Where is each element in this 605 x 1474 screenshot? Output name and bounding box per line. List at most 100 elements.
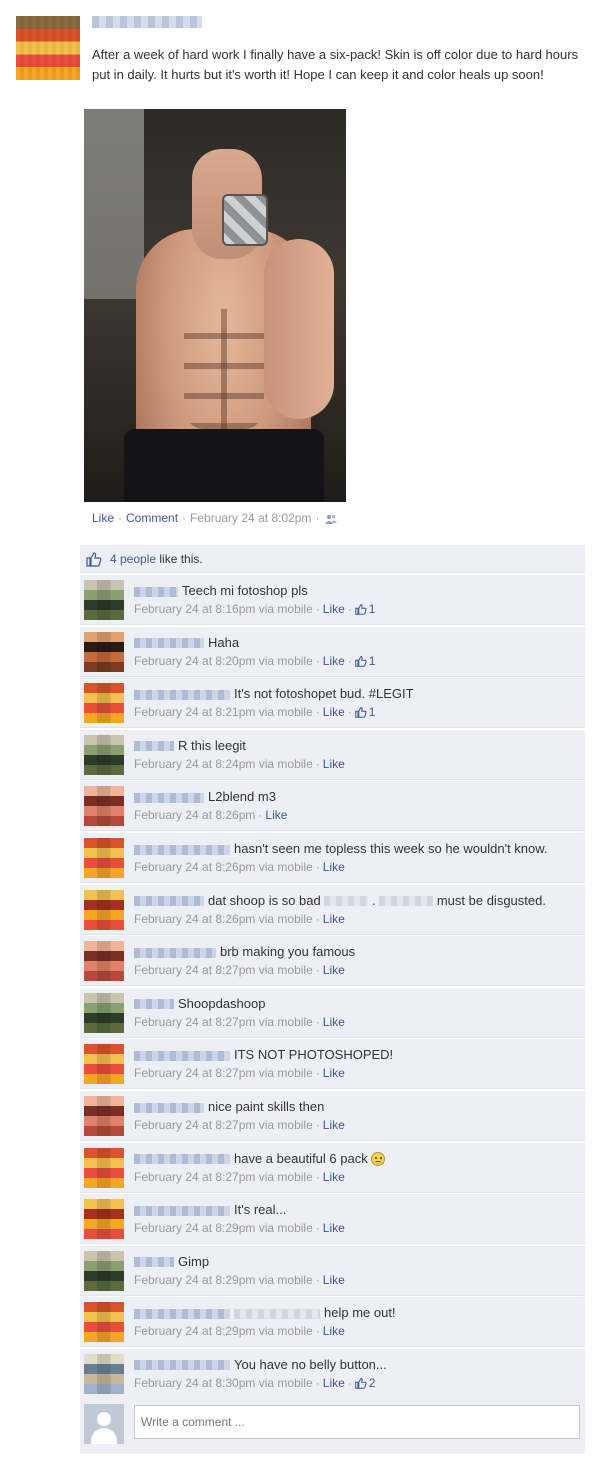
comment-like-link[interactable]: Like <box>323 912 345 926</box>
comment-like-link[interactable]: Like <box>323 757 345 771</box>
commenter-name[interactable] <box>134 1308 230 1319</box>
comment-timestamp[interactable]: February 24 at 8:16pm <box>134 602 255 616</box>
commenter-name[interactable] <box>134 1205 230 1216</box>
comment-timestamp[interactable]: February 24 at 8:26pm <box>134 808 255 822</box>
commenter-name[interactable] <box>134 638 204 649</box>
commenter-name[interactable] <box>134 999 174 1010</box>
comment-text: nice paint skills then <box>208 1098 325 1114</box>
commenter-avatar[interactable] <box>84 580 124 620</box>
commenter-name[interactable] <box>134 689 230 700</box>
comment-like-count[interactable]: 2 <box>355 1376 376 1390</box>
commenter-name[interactable] <box>134 1154 230 1165</box>
comment-item: It's real... February 24 at 8:29pm via mo… <box>80 1194 585 1245</box>
commenter-name[interactable] <box>134 1050 230 1061</box>
post-actions: Like · Comment · February 24 at 8:02pm · <box>92 511 338 525</box>
comment-like-link[interactable]: Like <box>323 860 345 874</box>
write-comment-box <box>80 1398 585 1454</box>
post-timestamp[interactable]: February 24 at 8:02pm <box>190 511 311 525</box>
commenter-avatar[interactable] <box>84 734 124 775</box>
comment-via: via mobile <box>255 1014 313 1029</box>
comment-text: Teech mi fotoshop pls <box>182 583 308 598</box>
redacted-text <box>324 896 369 907</box>
commenter-avatar[interactable] <box>84 1353 124 1394</box>
comment-like-link[interactable]: Like <box>323 1118 345 1132</box>
comment-timestamp[interactable]: February 24 at 8:24pm <box>134 757 255 771</box>
commenter-avatar[interactable] <box>84 837 124 878</box>
commenter-avatar[interactable] <box>84 1095 124 1136</box>
thumbs-up-icon <box>355 603 367 615</box>
comment-like-link[interactable]: Like <box>323 1376 345 1390</box>
comment-like-link[interactable]: Like <box>323 1273 345 1287</box>
commenter-name[interactable] <box>134 586 178 597</box>
comment-timestamp[interactable]: February 24 at 8:30pm <box>134 1376 255 1390</box>
commenter-avatar[interactable] <box>84 1044 124 1085</box>
comment-like-link[interactable]: Like <box>323 1170 345 1184</box>
comment-timestamp[interactable]: February 24 at 8:27pm <box>134 1015 255 1029</box>
comment-timestamp[interactable]: February 24 at 8:26pm <box>134 912 255 926</box>
comment-timestamp[interactable]: February 24 at 8:29pm <box>134 1221 255 1235</box>
commenter-name[interactable] <box>134 792 204 803</box>
post-like-link[interactable]: Like <box>92 511 114 525</box>
commenter-name[interactable] <box>134 844 230 855</box>
comment-timestamp[interactable]: February 24 at 8:27pm <box>134 1118 255 1132</box>
post-comment-link[interactable]: Comment <box>126 511 178 525</box>
comment-like-count-value[interactable]: 1 <box>369 654 376 668</box>
comment-item: help me out! February 24 at 8:29pm via mo… <box>80 1297 585 1348</box>
commenter-avatar[interactable] <box>84 1199 124 1240</box>
post-author-name[interactable] <box>92 16 202 28</box>
comment-timestamp[interactable]: February 24 at 8:27pm <box>134 963 255 977</box>
comment-input[interactable] <box>134 1405 580 1439</box>
comment-item: have a beautiful 6 pack February 24 at 8:… <box>80 1142 585 1193</box>
comment-like-count-value[interactable]: 1 <box>369 705 376 719</box>
comment-like-link[interactable]: Like <box>323 1015 345 1029</box>
comment-item: L2blend m3 February 24 at 8:26pm · Like <box>80 781 585 832</box>
comment-like-count[interactable]: 1 <box>355 654 376 668</box>
commenter-avatar[interactable] <box>84 1250 124 1291</box>
commenter-avatar[interactable] <box>84 941 124 982</box>
comment-like-count-value[interactable]: 2 <box>369 1376 376 1390</box>
thumbs-up-icon <box>86 552 102 567</box>
commenter-avatar[interactable] <box>84 1147 124 1188</box>
post-author-avatar[interactable] <box>16 16 80 80</box>
comment-like-count-value[interactable]: 1 <box>369 602 376 616</box>
comment-like-link[interactable]: Like <box>265 808 287 822</box>
comment-item: nice paint skills then February 24 at 8:2… <box>80 1090 585 1141</box>
commenter-avatar[interactable] <box>84 631 124 672</box>
commenter-avatar[interactable] <box>84 786 124 827</box>
comment-like-link[interactable]: Like <box>323 963 345 977</box>
comment-timestamp[interactable]: February 24 at 8:29pm <box>134 1324 255 1338</box>
comment-text: dat shoop is so bad <box>208 892 321 908</box>
commenter-name[interactable] <box>134 896 204 907</box>
comment-like-link[interactable]: Like <box>323 654 345 668</box>
comment-via: via mobile <box>255 1272 313 1287</box>
commenter-name[interactable] <box>134 1360 230 1371</box>
comment-like-link[interactable]: Like <box>323 1324 345 1338</box>
commenter-name[interactable] <box>134 1102 204 1113</box>
likes-count-link[interactable]: 4 people <box>110 552 156 566</box>
comment-like-link[interactable]: Like <box>323 602 345 616</box>
comment-text: Shoopdashoop <box>178 995 266 1011</box>
commenter-avatar[interactable] <box>84 889 124 930</box>
commenter-avatar[interactable] <box>84 683 124 724</box>
comment-like-link[interactable]: Like <box>323 1221 345 1235</box>
comment-like-count[interactable]: 1 <box>355 705 376 719</box>
comment-timestamp[interactable]: February 24 at 8:21pm <box>134 705 255 719</box>
comment-timestamp[interactable]: February 24 at 8:26pm <box>134 860 255 874</box>
comment-timestamp[interactable]: February 24 at 8:27pm <box>134 1066 255 1080</box>
commenter-name[interactable] <box>134 1257 174 1268</box>
commenter-avatar[interactable] <box>84 1302 124 1343</box>
friends-icon[interactable] <box>325 514 338 524</box>
commenter-name[interactable] <box>134 741 174 752</box>
commenter-name[interactable] <box>134 947 216 958</box>
post-photo[interactable] <box>84 109 346 502</box>
comment-via: via mobile <box>255 1221 313 1236</box>
comment-like-link[interactable]: Like <box>323 705 345 719</box>
comment-like-link[interactable]: Like <box>323 1066 345 1080</box>
comment-item: Gimp February 24 at 8:29pm via mobile · Lik… <box>80 1245 585 1296</box>
comment-like-count[interactable]: 1 <box>355 602 376 616</box>
commenter-avatar[interactable] <box>84 992 124 1033</box>
comment-timestamp[interactable]: February 24 at 8:27pm <box>134 1170 255 1184</box>
comment-item: It's not fotoshopet bud. #LEGIT February … <box>80 678 585 729</box>
comment-timestamp[interactable]: February 24 at 8:20pm <box>134 654 255 668</box>
comment-timestamp[interactable]: February 24 at 8:29pm <box>134 1273 255 1287</box>
